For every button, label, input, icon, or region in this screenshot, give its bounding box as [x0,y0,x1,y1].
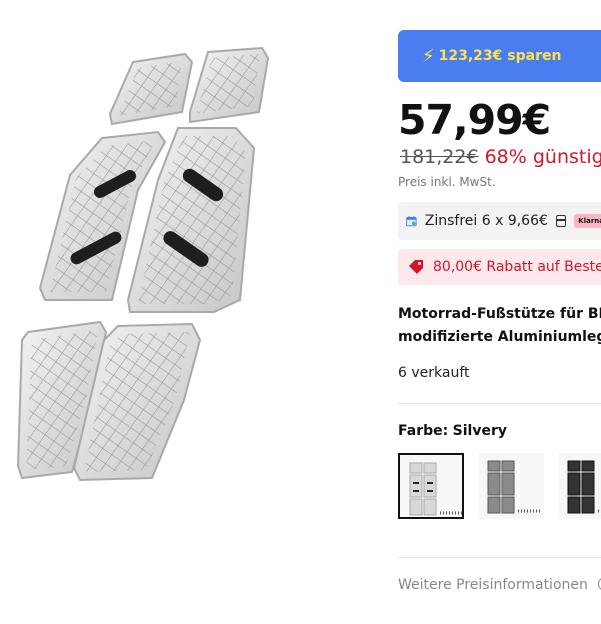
plate-top-left [108,52,194,126]
divider [398,403,601,404]
coupon-text: 80,00€ Rabatt auf Beste [433,259,601,275]
installment-option[interactable]: Zinsfrei 6 x 9,66€ Klarna [398,202,601,240]
selected-color: Silvery [452,423,508,439]
savings-banner: ⚡ 123,23€ sparen [398,30,601,82]
discount-label: 68% günstig [484,146,601,168]
product-info-panel: ⚡ 123,23€ sparen 57,99€ 181,22€ 68% günst… [398,0,601,624]
color-label: Farbe: Silvery [398,423,507,439]
more-price-info-link[interactable]: Weitere Preisinformationen [398,577,601,593]
sold-count: 6 verkauft [398,365,470,381]
bolt-icon: ⚡ [422,45,435,67]
swatch-image [487,460,540,514]
color-swatch-silvery[interactable] [398,453,464,519]
product-title-line1: Motorrad-Fußstütze für BN [398,306,601,322]
coupon-banner[interactable]: 80,00€ Rabatt auf Beste [398,249,601,285]
klarna-badge: Klarna [574,214,601,228]
credit-card-icon [555,215,567,227]
vat-note: Preis inkl. MwSt. [398,175,496,189]
tag-icon [409,260,423,274]
divider [398,557,601,558]
swatch-image [567,460,601,514]
savings-label: 123,23€ sparen [438,48,562,64]
product-title-line2: modifizierte Aluminiumleg [398,329,601,345]
original-price: 181,22€ [400,146,479,168]
color-label-prefix: Farbe: [398,423,449,439]
current-price: 57,99€ [398,96,551,144]
color-swatch-titanium[interactable] [478,453,544,519]
installment-text: Zinsfrei 6 x 9,66€ [424,213,548,229]
calendar-icon [406,216,417,227]
price-comparison: 181,22€ 68% günstig [400,146,601,168]
swatch-image [409,462,462,516]
plate-top-right [189,46,270,124]
product-title: Motorrad-Fußstütze für BN modifizierte A… [398,303,601,349]
more-price-info-text: Weitere Preisinformationen [398,577,588,593]
product-image[interactable] [0,0,380,624]
color-swatch-black[interactable] [558,453,601,519]
footrest-illustration [16,46,270,482]
